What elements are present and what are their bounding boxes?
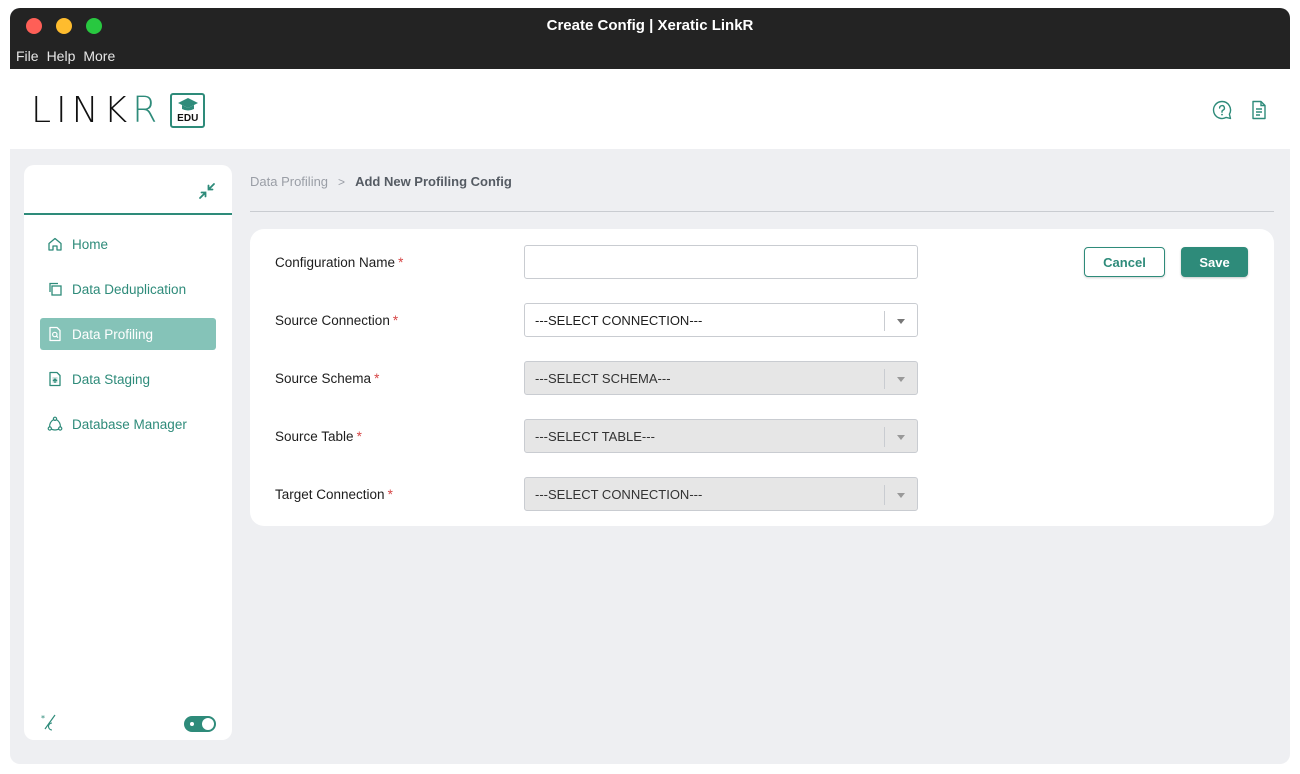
linkr-logo: LINKR EDU (31, 89, 206, 131)
sidebar-item-label: Data Deduplication (72, 281, 187, 297)
source-table-label: Source Table * (275, 428, 362, 444)
source-table-row: Source Table * ---SELECT TABLE--- (275, 419, 918, 453)
target-connection-value: ---SELECT CONNECTION--- (535, 486, 703, 502)
source-table-value: ---SELECT TABLE--- (535, 428, 655, 444)
file-upload-icon (46, 370, 64, 388)
graduation-cap-icon (177, 97, 198, 110)
sidebar-item-label: Home (72, 236, 109, 252)
chevron-down-icon[interactable] (897, 377, 905, 382)
target-connection-label: Target Connection * (275, 486, 393, 502)
sidebar-item-data-staging[interactable]: Data Staging (40, 363, 216, 395)
configuration-name-row: Configuration Name * (275, 245, 918, 279)
copy-icon (46, 280, 64, 298)
breadcrumb-parent-link[interactable]: Data Profiling (250, 174, 328, 189)
sidebar-item-database-manager[interactable]: Database Manager (40, 408, 216, 440)
breadcrumb-divider (250, 211, 1274, 212)
source-connection-value: ---SELECT CONNECTION--- (535, 312, 703, 328)
edu-badge: EDU (170, 92, 206, 128)
document-icon[interactable] (1248, 99, 1270, 121)
menu-help[interactable]: Help (47, 48, 76, 64)
target-connection-row: Target Connection * ---SELECT CONNECTION-… (275, 477, 918, 511)
toggle-sun-icon (190, 722, 194, 726)
breadcrumb-current: Add New Profiling Config (355, 174, 512, 189)
config-form-card: Configuration Name * Source Connection * -… (250, 229, 1274, 526)
chevron-down-icon[interactable] (897, 319, 905, 324)
source-connection-select[interactable]: ---SELECT CONNECTION--- (524, 303, 918, 337)
sidebar-item-label: Data Profiling (72, 326, 154, 342)
sidebar-nav: Home Data Deduplication Data Profiling D… (40, 228, 216, 453)
save-button[interactable]: Save (1181, 247, 1248, 277)
file-search-icon (46, 325, 64, 343)
sidebar-item-label: Database Manager (72, 416, 187, 432)
source-table-select[interactable]: ---SELECT TABLE--- (524, 419, 918, 453)
window-title: Create Config | Xeratic LinkR (546, 17, 754, 34)
source-schema-select[interactable]: ---SELECT SCHEMA--- (524, 361, 918, 395)
target-connection-select[interactable]: ---SELECT CONNECTION--- (524, 477, 918, 511)
menu-file[interactable]: File (16, 48, 39, 64)
sidebar-item-label: Data Staging (72, 371, 151, 387)
source-schema-row: Source Schema * ---SELECT SCHEMA--- (275, 361, 918, 395)
configuration-name-input[interactable] (524, 245, 918, 279)
home-icon (46, 235, 64, 253)
sidebar-header (24, 165, 232, 215)
breadcrumb-separator: > (338, 174, 346, 189)
network-icon (46, 415, 64, 433)
source-schema-label: Source Schema * (275, 370, 380, 386)
configuration-name-label: Configuration Name * (275, 254, 404, 270)
source-connection-row: Source Connection * ---SELECT CONNECTION-… (275, 303, 918, 337)
brightness-contrast-icon[interactable]: * (40, 712, 60, 732)
svg-text:*: * (41, 714, 45, 723)
breadcrumb: Data Profiling > Add New Profiling Confi… (250, 174, 512, 189)
toggle-knob (202, 718, 214, 730)
menu-bar: File Help More (16, 48, 115, 64)
sidebar-item-data-deduplication[interactable]: Data Deduplication (40, 273, 216, 305)
collapse-arrows-icon[interactable] (198, 182, 216, 200)
chevron-down-icon[interactable] (897, 493, 905, 498)
cancel-button[interactable]: Cancel (1084, 247, 1165, 277)
title-bar: Create Config | Xeratic LinkR File Help … (10, 8, 1290, 69)
source-schema-value: ---SELECT SCHEMA--- (535, 370, 671, 386)
logo-wordmark: LINKR (31, 89, 163, 131)
app-header: LINKR EDU (10, 69, 1290, 149)
app-window: Create Config | Xeratic LinkR File Help … (10, 8, 1290, 764)
sidebar-item-data-profiling[interactable]: Data Profiling (40, 318, 216, 350)
sidebar: Home Data Deduplication Data Profiling D… (24, 165, 232, 740)
sidebar-item-home[interactable]: Home (40, 228, 216, 260)
theme-toggle[interactable] (184, 716, 216, 732)
help-chat-icon[interactable] (1211, 99, 1233, 121)
chevron-down-icon[interactable] (897, 435, 905, 440)
source-connection-label: Source Connection * (275, 312, 399, 328)
menu-more[interactable]: More (83, 48, 115, 64)
